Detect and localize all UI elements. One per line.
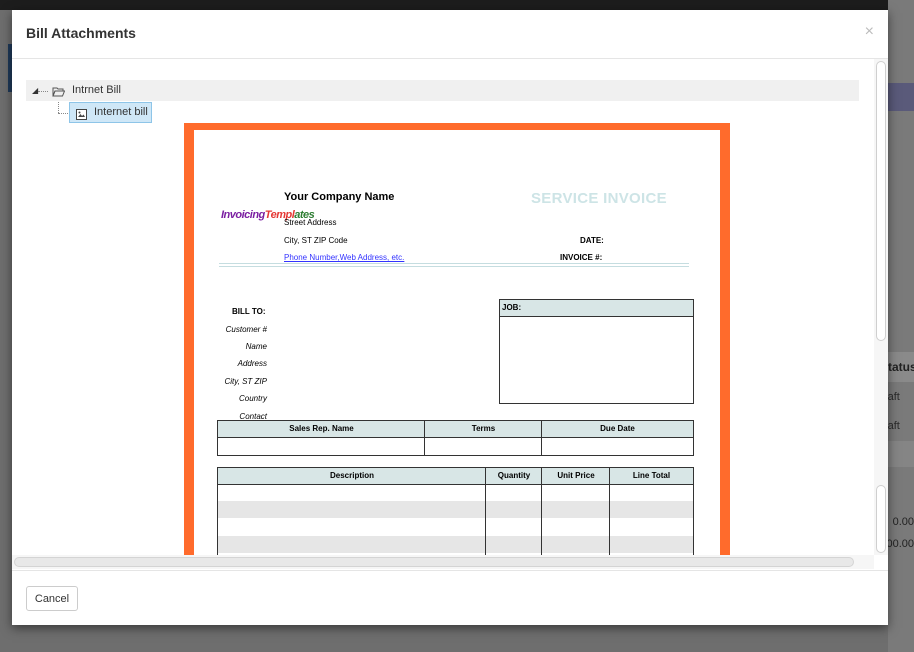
bill-attachments-dialog: Bill Attachments × ◢ Intrnet Bill Intern…	[12, 10, 888, 625]
table-header: Sales Rep. Name	[218, 421, 425, 438]
bill-field-label: City, ST ZIP	[224, 377, 267, 386]
cell-divider	[424, 421, 425, 455]
bill-to-label: BILL TO:	[232, 307, 266, 316]
background-row	[888, 441, 914, 467]
top-strip	[0, 0, 914, 10]
background-number: 0.00	[892, 516, 914, 528]
dialog-header: Bill Attachments ×	[12, 10, 888, 59]
background-row: Draft	[888, 391, 900, 403]
tree-node-label: Internet bill	[94, 106, 148, 118]
table-header: Unit Price	[542, 468, 610, 485]
table-row	[218, 501, 693, 518]
job-box: JOB:	[499, 299, 694, 404]
scrollbar-thumb[interactable]	[876, 485, 886, 553]
invoice-title: SERVICE INVOICE	[531, 190, 667, 207]
cell-divider	[609, 468, 610, 555]
company-name: Your Company Name	[284, 191, 395, 203]
tree-node-label: Intrnet Bill	[72, 84, 121, 96]
scrollbar-thumb[interactable]	[14, 557, 854, 567]
tree-connector	[58, 113, 68, 114]
vertical-scrollbar[interactable]	[874, 59, 888, 555]
tree-connector	[58, 102, 59, 113]
table-header: Terms	[425, 421, 542, 438]
divider	[219, 263, 689, 264]
invoice-preview: InvoicingTemplates Your Company Name SER…	[194, 130, 720, 555]
table-header: Due Date	[542, 421, 693, 438]
invoice-preview-frame: InvoicingTemplates Your Company Name SER…	[184, 123, 730, 555]
scrollbar-thumb[interactable]	[876, 61, 886, 341]
invoice-number-label: INVOICE #:	[560, 253, 603, 262]
dialog-title: Bill Attachments	[26, 25, 136, 41]
terms-table: Sales Rep. Name Terms Due Date	[217, 420, 694, 456]
table-header: Quantity	[486, 468, 542, 485]
folder-open-icon	[52, 84, 66, 102]
dialog-footer: Cancel	[12, 570, 888, 626]
contact-link[interactable]: Phone Number,Web Address, etc.	[284, 253, 404, 262]
tree-connector	[38, 91, 48, 92]
close-icon[interactable]: ×	[865, 23, 874, 41]
tree-node-file[interactable]: Internet bill	[69, 102, 152, 123]
dialog-body: ◢ Intrnet Bill Internet bill InvoicingTe…	[12, 59, 888, 555]
city-line: City, ST ZIP Code	[284, 236, 348, 245]
background-number: 000.00	[888, 538, 914, 550]
cell-divider	[485, 468, 486, 555]
table-row	[218, 536, 693, 553]
divider	[219, 266, 689, 267]
line-items-table: Description Quantity Unit Price Line Tot…	[217, 467, 694, 555]
background-status-header: Status	[888, 352, 914, 382]
horizontal-scrollbar[interactable]	[12, 555, 874, 569]
table-header: Line Total	[610, 468, 693, 485]
background-row: Draft	[888, 420, 900, 432]
background-panel: Status Draft Draft 0.00 000.00	[888, 0, 914, 652]
street-address: Street Address	[284, 218, 337, 227]
image-file-icon	[76, 107, 87, 125]
job-header: JOB:	[500, 300, 693, 317]
bill-field-label: Country	[238, 394, 267, 403]
cell-divider	[541, 468, 542, 555]
bill-field-label: Name	[245, 342, 267, 351]
bill-field-label: Customer #	[225, 325, 267, 334]
cancel-button[interactable]: Cancel	[26, 586, 78, 611]
cell-divider	[541, 421, 542, 455]
bill-field-label: Address	[237, 359, 267, 368]
background-tab	[888, 83, 914, 111]
date-label: DATE:	[580, 236, 604, 245]
table-header: Description	[218, 468, 486, 485]
tree-node-folder[interactable]: ◢ Intrnet Bill	[26, 80, 859, 101]
